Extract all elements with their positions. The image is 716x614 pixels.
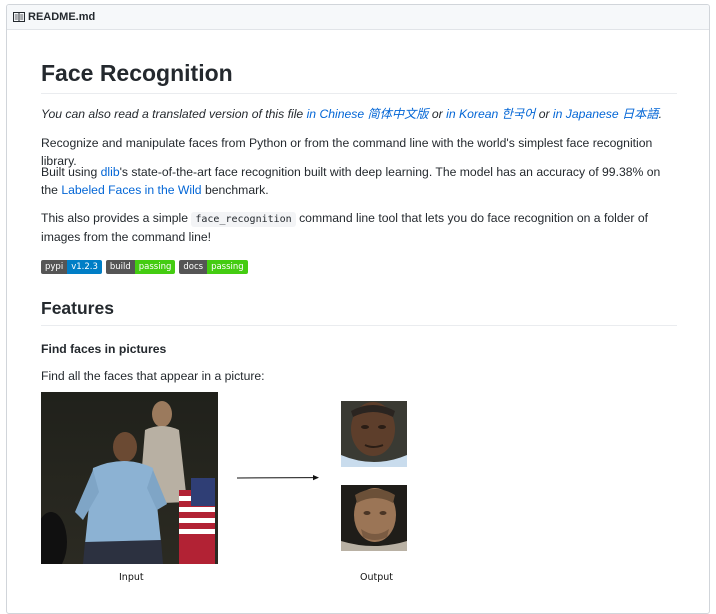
- output-face-2[interactable]: [341, 485, 407, 551]
- cli-prefix: This also provides a simple: [41, 211, 191, 225]
- build-badge[interactable]: build passing: [106, 260, 176, 274]
- book-icon: [13, 11, 25, 23]
- readme-file-box: README.md Face Recognition You can also …: [6, 4, 710, 614]
- lfw-link[interactable]: Labeled Faces in the Wild: [61, 183, 201, 197]
- dlib-link[interactable]: dlib: [101, 165, 120, 179]
- output-label: Output: [360, 572, 393, 583]
- or-text: or: [535, 107, 553, 121]
- features-heading: Features: [41, 297, 677, 326]
- badge-value: passing: [135, 260, 176, 274]
- built-using-prefix: Built using: [41, 165, 101, 179]
- inline-code: face_recognition: [191, 212, 295, 227]
- file-header: README.md: [7, 5, 709, 30]
- badge-row: pypi v1.2.3 build passing docs passing: [41, 260, 248, 274]
- badge-label: pypi: [41, 260, 67, 274]
- badge-label: build: [106, 260, 135, 274]
- chinese-translation-link[interactable]: in Chinese 简体中文版: [307, 107, 429, 121]
- translation-note: You can also read a translated version o…: [41, 106, 677, 124]
- badge-label: docs: [179, 260, 207, 274]
- input-photo-illustration: [41, 392, 218, 564]
- input-photo[interactable]: [41, 392, 218, 564]
- korean-translation-link[interactable]: in Korean 한국어: [446, 107, 535, 121]
- docs-badge[interactable]: docs passing: [179, 260, 247, 274]
- built-using-suffix: benchmark.: [202, 183, 269, 197]
- input-label: Input: [119, 572, 144, 583]
- translation-prefix: You can also read a translated version o…: [41, 107, 307, 121]
- output-face-2-illustration: [341, 485, 407, 551]
- find-faces-text: Find all the faces that appear in a pict…: [41, 368, 677, 386]
- output-face-1-illustration: [341, 401, 407, 467]
- face-detection-figure: Input Output: [41, 392, 421, 592]
- output-face-1[interactable]: [341, 401, 407, 467]
- arrow-icon: [235, 472, 321, 484]
- page-title: Face Recognition: [41, 61, 677, 94]
- badge-value: passing: [207, 260, 248, 274]
- find-faces-heading: Find faces in pictures: [41, 341, 166, 357]
- built-using-paragraph: Built using dlib's state-of-the-art face…: [41, 164, 677, 199]
- or-text: or: [429, 107, 447, 121]
- badge-value: v1.2.3: [67, 260, 102, 274]
- pypi-badge[interactable]: pypi v1.2.3: [41, 260, 102, 274]
- japanese-translation-link[interactable]: in Japanese 日本語: [553, 107, 659, 121]
- period: .: [659, 107, 662, 121]
- cli-paragraph: This also provides a simple face_recogni…: [41, 210, 677, 246]
- file-name[interactable]: README.md: [28, 11, 95, 23]
